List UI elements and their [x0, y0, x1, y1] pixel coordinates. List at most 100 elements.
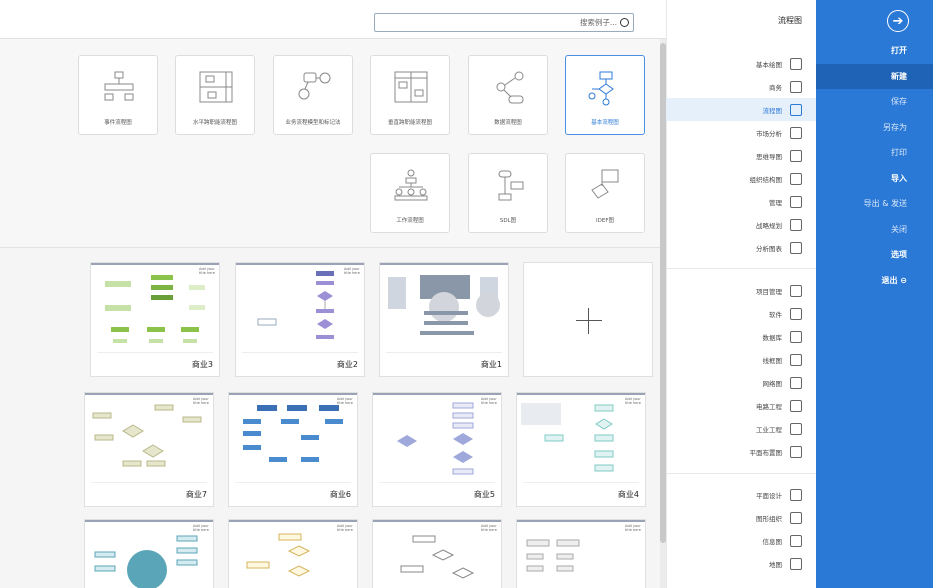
- template-vertical-cross-functional[interactable]: 垂直跨职能流程图: [370, 55, 450, 135]
- template-basic-flowchart[interactable]: 基本流程图: [565, 55, 645, 135]
- category-strategy[interactable]: 战略规划: [666, 213, 816, 236]
- category-label: 流程图: [762, 106, 783, 115]
- category-divider: [666, 268, 816, 269]
- menu-print[interactable]: 打印: [816, 140, 933, 166]
- category-label: 信息图: [762, 537, 783, 546]
- template-horizontal-cross-functional[interactable]: 水平跨职能流程图: [175, 55, 255, 135]
- category-label: 电路工程: [756, 402, 782, 411]
- category-floor-plan[interactable]: 平面布置图: [666, 440, 816, 463]
- menu-save-as[interactable]: 另存为: [816, 115, 933, 141]
- category-flowchart[interactable]: 流程图: [666, 98, 816, 121]
- category-network[interactable]: 网络图: [666, 371, 816, 394]
- search-input[interactable]: 搜索例子...: [374, 13, 634, 32]
- document-thumbnail: [91, 263, 219, 353]
- document-card-business7[interactable]: Add your title here 商业7: [84, 392, 214, 507]
- template-idef[interactable]: IDEF图: [565, 153, 645, 233]
- category-group-3: 平面设计 图形组织 信息图 地图: [666, 483, 816, 575]
- template-bpmn[interactable]: 业务流程模型和标记法: [273, 55, 353, 135]
- file-menu: 打开 新建 保存 另存为 打印 导入 导出 & 发送 关闭 选项 退出 ⊖: [816, 38, 933, 293]
- new-blank-document[interactable]: [523, 262, 653, 377]
- thumbnail-diagram: [521, 403, 614, 472]
- circuit-icon: [790, 399, 802, 412]
- category-list: 流程图 基本绘图 商务 流程图 市场分析 思维导图 组织结构图 管理 战略规划 …: [666, 0, 816, 588]
- category-label: 地图: [769, 560, 782, 569]
- category-project-mgmt[interactable]: 项目管理: [666, 279, 816, 302]
- category-graphic-organizer[interactable]: 图形组织: [666, 506, 816, 529]
- template-label: 事件流程图: [104, 120, 132, 126]
- gear-icon: [790, 195, 802, 208]
- category-group-2: 项目管理 软件 数据库 线框图 网络图 电路工程 工业工程 平面布置图: [666, 279, 816, 463]
- category-map[interactable]: 地图: [666, 552, 816, 575]
- category-org-chart[interactable]: 组织结构图: [666, 167, 816, 190]
- category-mind-map[interactable]: 思维导图: [666, 144, 816, 167]
- back-icon[interactable]: ➔: [887, 10, 909, 32]
- menu-new[interactable]: 新建: [816, 63, 933, 89]
- menu-exit-label: 退出: [881, 275, 898, 285]
- document-card-business4[interactable]: Add your title here 商业4: [516, 392, 646, 507]
- document-card-business2[interactable]: Add your title here 商业2: [235, 262, 365, 377]
- category-label: 组织结构图: [749, 175, 783, 184]
- wireframe-icon: [790, 353, 802, 366]
- menu-open-label: 打开: [891, 46, 907, 56]
- category-wireframe[interactable]: 线框图: [666, 348, 816, 371]
- menu-export-send[interactable]: 导出 & 发送: [816, 191, 933, 217]
- category-basic-drawing[interactable]: 基本绘图: [666, 52, 816, 75]
- menu-save[interactable]: 保存: [816, 89, 933, 115]
- bar-chart-icon: [790, 126, 802, 139]
- vertical-scrollbar[interactable]: [660, 39, 666, 588]
- category-management[interactable]: 管理: [666, 190, 816, 213]
- menu-open[interactable]: 打开: [816, 38, 933, 64]
- category-market-analysis[interactable]: 市场分析: [666, 121, 816, 144]
- mind-map-icon: [790, 149, 802, 162]
- menu-exit[interactable]: 退出 ⊖: [816, 268, 933, 294]
- thumbnail-diagram: [257, 271, 334, 339]
- document-card-partial[interactable]: Add your title here: [516, 519, 646, 588]
- category-business[interactable]: 商务: [666, 75, 816, 98]
- category-graphic-design[interactable]: 平面设计: [666, 483, 816, 506]
- menu-save-as-label: 另存为: [883, 122, 907, 132]
- thumbnail-diagram: [243, 405, 343, 462]
- template-label: 水平跨职能流程图: [192, 120, 237, 126]
- menu-export-label: 导出 & 发送: [863, 199, 907, 209]
- flowchart-icon: [790, 103, 802, 116]
- menu-import[interactable]: 导入: [816, 166, 933, 192]
- template-event-flowchart[interactable]: 事件流程图: [78, 55, 158, 135]
- document-card-business1[interactable]: 商业1: [379, 262, 509, 377]
- template-data-flow[interactable]: 数据流程图: [468, 55, 548, 135]
- thumbnail-title: Add your title here: [625, 524, 641, 532]
- bpmn-icon: [298, 72, 331, 100]
- document-thumbnail: [229, 393, 357, 483]
- template-workflow[interactable]: 工作流程图: [370, 153, 450, 233]
- category-label: 商务: [769, 83, 782, 92]
- category-database[interactable]: 数据库: [666, 325, 816, 348]
- document-card-partial[interactable]: Add your title here: [372, 519, 502, 588]
- sdl-icon: [498, 170, 524, 201]
- category-header: 流程图: [778, 16, 802, 25]
- data-flow-icon: [496, 71, 524, 104]
- category-software[interactable]: 软件: [666, 302, 816, 325]
- app-window: ➔ 打开 新建 保存 另存为 打印 导入 导出 & 发送 关闭 选项 退出 ⊖ …: [0, 0, 933, 588]
- document-card-partial[interactable]: Add your title here: [228, 519, 358, 588]
- template-sdl[interactable]: SDL图: [468, 153, 548, 233]
- document-card-business5[interactable]: Add your title here 商业5: [372, 392, 502, 507]
- category-label: 线框图: [762, 356, 783, 365]
- document-card-business6[interactable]: Add your title here 商业6: [228, 392, 358, 507]
- category-circuit[interactable]: 电路工程: [666, 394, 816, 417]
- document-name: 商业1: [386, 352, 502, 370]
- category-infographic[interactable]: 信息图: [666, 529, 816, 552]
- thumbnail-title: Add your title here: [481, 397, 497, 405]
- trend-icon: [790, 218, 802, 231]
- document-card-partial[interactable]: Add your title here: [84, 519, 214, 588]
- category-label: 分析图表: [756, 244, 782, 253]
- category-analysis-charts[interactable]: 分析图表: [666, 236, 816, 259]
- document-thumbnail: [380, 263, 508, 353]
- thumbnail-diagram: [388, 275, 500, 335]
- menu-close[interactable]: 关闭: [816, 217, 933, 243]
- scrollbar-thumb[interactable]: [660, 43, 666, 543]
- basic-flowchart-icon: [588, 71, 614, 106]
- search-icon[interactable]: [620, 18, 629, 27]
- category-industrial[interactable]: 工业工程: [666, 417, 816, 440]
- infographic-icon: [790, 534, 802, 547]
- document-card-business3[interactable]: Add your title here 商业3: [90, 262, 220, 377]
- menu-options[interactable]: 选项: [816, 242, 933, 268]
